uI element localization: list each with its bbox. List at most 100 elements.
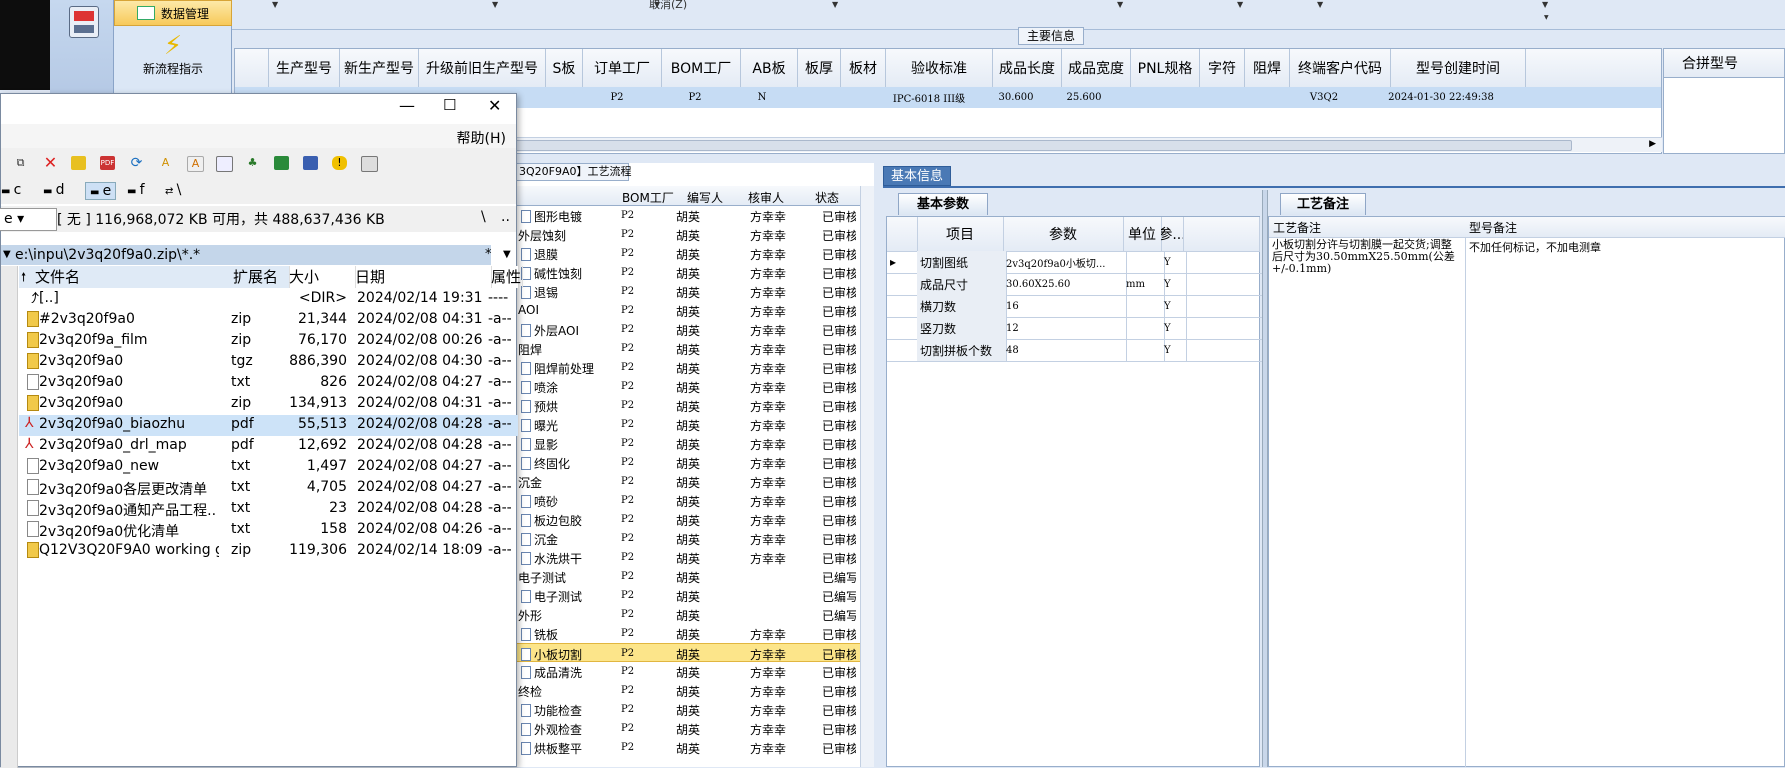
dropdown-arrow-icon[interactable]: ▼ — [654, 0, 660, 9]
process-row[interactable]: 外层蚀刻 P2 胡英 方幸幸 已审核 — [516, 225, 860, 244]
drive-network[interactable]: ⇄ \ — [165, 182, 181, 198]
column-header[interactable]: AB板 — [741, 49, 798, 87]
params-column-header[interactable]: 项目 — [917, 217, 1004, 252]
notes-grid[interactable]: 工艺备注 型号备注 小板切割分许与切割膜一起交货;调整后尺寸为30.50mmX25.… — [1268, 216, 1785, 767]
file-row[interactable]: 2v3q20f9a0 tgz 886,390 2024/02/08 04:30 -a-- — [19, 352, 518, 373]
file-row[interactable]: ⅄ 2v3q20f9a0_drl_map pdf 12,692 2024/02/08 0… — [19, 436, 518, 457]
tab-process-notes[interactable]: 工艺备注 — [1280, 193, 1366, 215]
param-value[interactable]: 48 — [1003, 339, 1127, 362]
dropdown-arrow-icon[interactable]: ▼ — [492, 0, 498, 9]
process-row[interactable]: 碱性蚀刻 P2 胡英 方幸幸 已审核 — [516, 263, 860, 282]
process-row[interactable]: AOI P2 胡英 方幸幸 已审核 — [516, 301, 860, 320]
param-item[interactable]: 切割图纸 — [917, 251, 1007, 274]
drive-c[interactable]: ▬ c — [1, 182, 21, 198]
process-row[interactable]: 外层AOI P2 胡英 方幸幸 已审核 — [516, 320, 860, 339]
data-management-button[interactable]: 数据管理 — [114, 0, 232, 26]
path-dropdown-icon[interactable]: ▼ — [3, 245, 11, 265]
param-value[interactable]: 2v3q20f9a0小板切... — [1003, 251, 1127, 274]
process-column-header[interactable]: 核审人 — [748, 189, 784, 206]
menu-help[interactable]: 帮助(H) — [457, 128, 506, 148]
view-icon[interactable] — [216, 156, 233, 172]
process-row[interactable]: 成品清洗 P2 胡英 方幸幸 已审核 — [516, 662, 860, 681]
parent-button[interactable]: .. — [501, 209, 510, 225]
new-flow-button[interactable]: ⚡ 新流程指示 — [114, 26, 232, 82]
param-filler[interactable] — [1183, 317, 1263, 340]
window-icon[interactable] — [361, 156, 378, 172]
param-unit[interactable] — [1123, 317, 1165, 340]
drive-d[interactable]: ▬ d — [43, 182, 65, 198]
column-header[interactable]: 成品宽度 — [1062, 49, 1131, 87]
column-header[interactable]: 板厚 — [798, 49, 841, 87]
column-header[interactable]: 字符 — [1200, 49, 1245, 87]
process-row[interactable]: 喷砂 P2 胡英 方幸幸 已审核 — [516, 491, 860, 510]
close-icon[interactable]: ✕ — [488, 96, 501, 115]
dropdown-arrow-icon[interactable]: ▼ — [1237, 0, 1243, 9]
drive-e[interactable]: ▬ e — [85, 182, 117, 200]
param-item[interactable]: 横刀数 — [917, 295, 1007, 318]
file-row[interactable]: 2v3q20f9a0 zip 134,913 2024/02/08 04:31 -a-- — [19, 394, 518, 415]
file-row[interactable]: 2v3q20f9a0优化清单 txt 158 2024/02/08 04:26 -a-- — [19, 520, 518, 541]
path-bar[interactable]: ▼ e:\inpu\2v3q20f9a0.zip\*.* — [1, 245, 491, 265]
column-header[interactable]: 生产型号 — [269, 49, 340, 87]
notes-column-header[interactable]: 工艺备注 — [1269, 217, 1470, 238]
archive-icon[interactable] — [71, 156, 86, 170]
process-row[interactable]: 沉金 P2 胡英 方幸幸 已审核 — [516, 529, 860, 548]
delete-icon[interactable]: ✕ — [43, 155, 58, 171]
param-filler[interactable] — [1183, 339, 1263, 362]
params-column-header[interactable]: 参... — [1161, 217, 1184, 252]
history-dropdown-icon[interactable]: ▼ — [503, 249, 511, 260]
font-icon[interactable]: A — [158, 156, 173, 170]
file-row[interactable]: ⤴ [..] <DIR> 2024/02/14 19:31 ---- — [19, 289, 518, 310]
merge-model-grid[interactable]: 合拼型号 — [1663, 48, 1785, 154]
process-flow-tab[interactable]: 3Q20F9A0】工艺流程 — [516, 163, 632, 181]
maximize-icon[interactable]: ☐ — [443, 96, 456, 114]
process-row[interactable]: 沉金 P2 胡英 方幸幸 已审核 — [516, 472, 860, 491]
column-header[interactable]: PNL规格 — [1131, 49, 1200, 87]
column-header[interactable]: BOM工厂 — [662, 49, 741, 87]
param-unit[interactable] — [1123, 339, 1165, 362]
root-button[interactable]: \ — [481, 209, 486, 225]
column-header[interactable]: 升级前旧生产型号 — [419, 49, 546, 87]
scroll-right-icon[interactable]: ▶ — [1649, 139, 1656, 149]
process-row[interactable]: 图形电镀 P2 胡英 方幸幸 已审核 — [516, 206, 860, 225]
column-header[interactable]: 型号创建时间 — [1391, 49, 1526, 87]
file-column-ext[interactable]: 扩展名 — [229, 266, 290, 288]
param-filler[interactable] — [1183, 295, 1263, 318]
file-row[interactable]: ⅄ 2v3q20f9a0_biaozhu pdf 55,513 2024/02/08 0… — [19, 415, 518, 436]
pdf-icon[interactable]: PDF — [100, 156, 115, 170]
params-grid[interactable]: 项目参数单位参...▸切割图纸2v3q20f9a0小板切...Y成品尺寸30.6… — [886, 216, 1263, 767]
process-row[interactable]: 阻焊 P2 胡英 方幸幸 已审核 — [516, 339, 860, 358]
process-row[interactable]: 外观检查 P2 胡英 方幸幸 已审核 — [516, 719, 860, 738]
file-row[interactable]: 2v3q20f9a_film zip 76,170 2024/02/08 00:26-… — [19, 331, 518, 352]
file-column-attr[interactable]: 属性 — [487, 266, 523, 288]
process-row[interactable]: 小板切割 P2 胡英 方幸幸 已审核 — [516, 643, 860, 662]
file-column-date[interactable]: 日期 — [351, 266, 492, 288]
column-header[interactable]: 验收标准 — [886, 49, 993, 87]
process-row[interactable]: 曝光 P2 胡英 方幸幸 已审核 — [516, 415, 860, 434]
database-icon[interactable] — [69, 6, 99, 38]
file-row[interactable]: #2v3q20f9a0 zip 21,344 2024/02/08 04:31 -a-- — [19, 310, 518, 331]
process-row[interactable]: 显影 P2 胡英 方幸幸 已审核 — [516, 434, 860, 453]
process-row[interactable]: 烘板整平 P2 胡英 方幸幸 已审核 — [516, 738, 860, 757]
file-row[interactable]: 2v3q20f9a0各层更改清单 txt 4,705 2024/02/08 04:27… — [19, 478, 518, 499]
file-row[interactable]: 2v3q20f9a0 txt 826 2024/02/08 04:27 -a-- — [19, 373, 518, 394]
column-header[interactable]: 新生产型号 — [340, 49, 419, 87]
params-column-header[interactable]: 单位 — [1123, 217, 1162, 252]
param-value[interactable]: 16 — [1003, 295, 1127, 318]
drive-select[interactable]: e ▾ — [0, 208, 57, 231]
vertical-scrollbar[interactable] — [860, 186, 874, 767]
pack-icon[interactable]: ⧉ — [13, 156, 28, 170]
process-row[interactable]: 终固化 P2 胡英 方幸幸 已审核 — [516, 453, 860, 472]
column-header[interactable]: 板材 — [841, 49, 886, 87]
params-column-header[interactable]: 参数 — [1003, 217, 1124, 252]
shield-icon[interactable]: ! — [332, 156, 347, 170]
process-row[interactable]: 水洗烘干 P2 胡英 方幸幸 已审核 — [516, 548, 860, 567]
process-row[interactable]: 终检 P2 胡英 方幸幸 已审核 — [516, 681, 860, 700]
process-row[interactable]: 铣板 P2 胡英 方幸幸 已审核 — [516, 624, 860, 643]
process-row[interactable]: 电子测试 P2 胡英 已编写 — [516, 586, 860, 605]
process-row[interactable]: 预烘 P2 胡英 方幸幸 已审核 — [516, 396, 860, 415]
notes-column-header[interactable]: 型号备注 — [1465, 217, 1785, 238]
process-row[interactable]: 外形 P2 胡英 已编写 — [516, 605, 860, 624]
column-header[interactable]: 订单工厂 — [583, 49, 662, 87]
process-row[interactable]: 退锡 P2 胡英 方幸幸 已审核 — [516, 282, 860, 301]
